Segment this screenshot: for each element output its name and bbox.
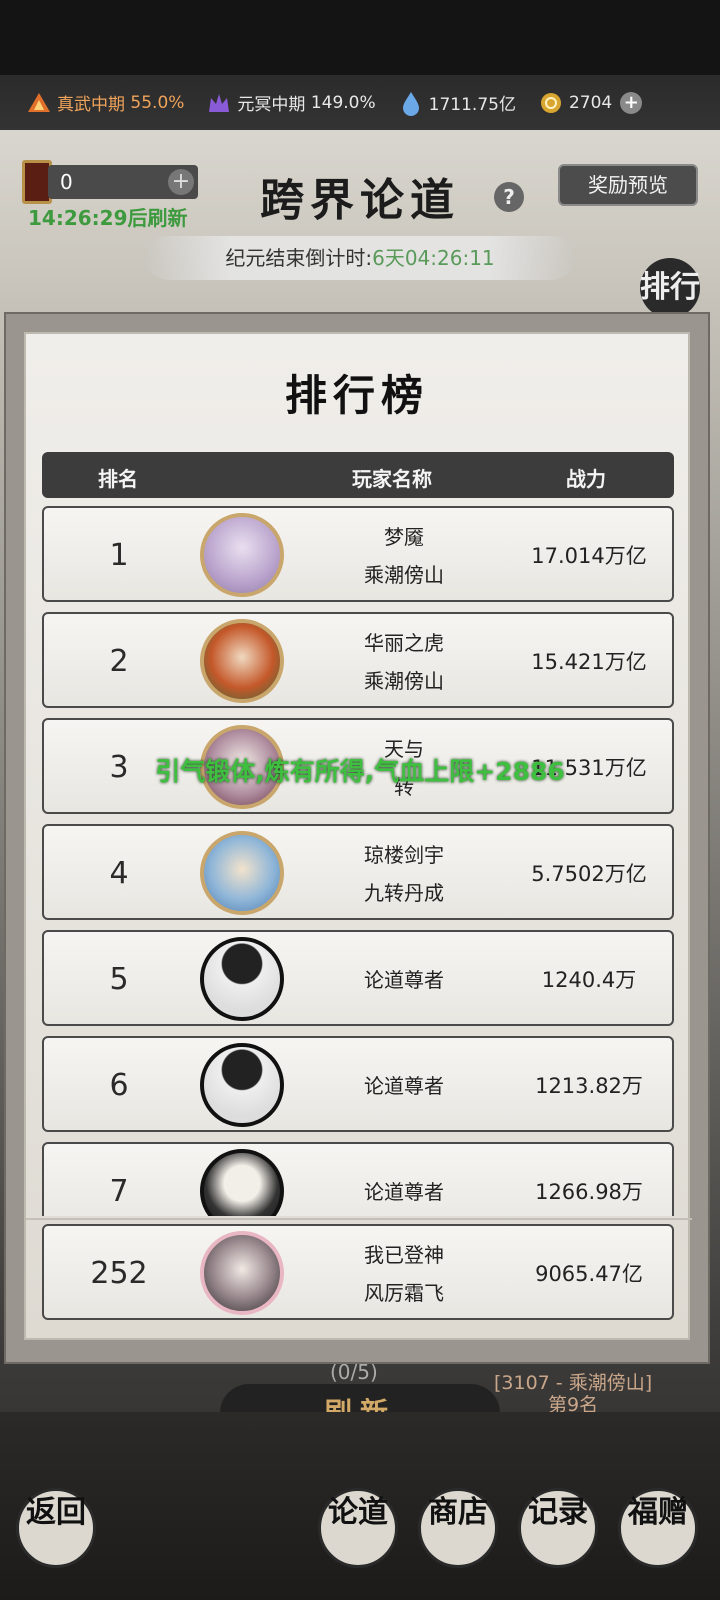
help-button[interactable]: ? — [494, 182, 524, 212]
row-names: 琼楼剑宇 九转丹成 — [294, 826, 514, 922]
avatar[interactable] — [200, 937, 284, 1021]
row-power: 1240.4万 — [541, 968, 637, 992]
shop-button[interactable]: 商店 — [418, 1488, 498, 1568]
row-power: 5.7502万亿 — [531, 862, 647, 886]
realm-2-label: 元冥中期 — [237, 95, 306, 115]
row-names: 华丽之虎 乘潮傍山 — [294, 614, 514, 710]
add-gold-button[interactable]: + — [620, 91, 643, 114]
row-names: 论道尊者 — [294, 932, 514, 1028]
player-name: 琼楼剑宇 — [364, 843, 444, 867]
row-power: 1213.82万 — [535, 1074, 643, 1098]
era-countdown: 纪元结束倒计时:6天04:26:11 — [146, 236, 574, 280]
self-separator — [26, 1218, 692, 1220]
header-player: 玩家名称 — [352, 467, 432, 491]
gold-coin-icon — [540, 92, 561, 113]
realm-1-value: 55.0% — [130, 92, 185, 113]
reward-preview-button[interactable]: 奖励预览 — [558, 164, 698, 206]
avatar[interactable] — [200, 1149, 284, 1216]
leaderboard-row[interactable]: 2 华丽之虎 乘潮傍山 15.421万亿 — [42, 612, 674, 708]
record-button[interactable]: 记录 — [518, 1488, 598, 1568]
gift-button[interactable]: 福赠 — [618, 1488, 698, 1568]
gold-currency: 2704 + — [538, 90, 643, 116]
player-name: 华丽之虎 — [364, 631, 444, 655]
countdown-label: 纪元结束倒计时: — [225, 246, 373, 270]
spirit-drop-icon — [402, 91, 419, 116]
row-power: 15.421万亿 — [531, 650, 647, 674]
self-names: 我已登神 风厉霜飞 — [294, 1226, 514, 1322]
leaderboard-row[interactable]: 1 梦魇 乘潮傍山 17.014万亿 — [42, 506, 674, 602]
row-rank: 2 — [109, 644, 129, 679]
self-avatar[interactable] — [200, 1231, 284, 1315]
player-server: 乘潮傍山 — [364, 669, 444, 693]
top-status-area — [0, 0, 720, 75]
ranking-side-button[interactable]: 排行 — [640, 258, 700, 318]
header-power: 战力 — [566, 467, 606, 491]
avatar[interactable] — [200, 831, 284, 915]
resource-bar: 真武中期 55.0% 元冥中期 149.0% 1711.75亿 2704 + — [0, 75, 720, 130]
player-server: 九转丹成 — [364, 881, 444, 905]
spirit-value: 1711.75亿 — [428, 95, 516, 115]
player-name: 论道尊者 — [364, 1074, 444, 1098]
row-rank: 1 — [109, 538, 129, 573]
self-server: 风厉霜飞 — [364, 1281, 444, 1305]
row-names: 论道尊者 — [294, 1038, 514, 1134]
leaderboard-row[interactable]: 6 论道尊者 1213.82万 — [42, 1036, 674, 1132]
self-rank: 252 — [90, 1256, 148, 1291]
bottom-nav: 返回 论道 商店 记录 福赠 — [0, 1412, 720, 1600]
row-names: 梦魇 乘潮傍山 — [294, 508, 514, 604]
row-rank: 7 — [109, 1174, 129, 1209]
self-name: 我已登神 — [364, 1243, 444, 1267]
countdown-value: 6天04:26:11 — [372, 246, 495, 270]
purple-crown-icon — [209, 93, 230, 112]
leaderboard-list[interactable]: 1 梦魇 乘潮傍山 17.014万亿 2 华丽之虎 乘潮傍山 15.421万亿 … — [26, 506, 692, 1216]
row-names: 论道尊者 — [294, 1144, 514, 1216]
realm-2-value: 149.0% — [310, 92, 376, 113]
gold-value: 2704 — [568, 92, 613, 113]
player-name: 论道尊者 — [364, 968, 444, 992]
leaderboard-panel: 排行榜 排名 玩家名称 战力 1 梦魇 乘潮傍山 17.014万亿 2 华丽之虎 — [24, 332, 692, 1340]
leaderboard-title: 排行榜 — [284, 371, 429, 420]
row-rank: 4 — [109, 856, 129, 891]
debate-button[interactable]: 论道 — [318, 1488, 398, 1568]
player-server: 乘潮傍山 — [364, 563, 444, 587]
self-rank-row[interactable]: 252 我已登神 风厉霜飞 9065.47亿 — [42, 1224, 674, 1320]
toast-message: 引气锻体,炼有所得,气血上限+2886 — [155, 757, 565, 786]
avatar[interactable] — [200, 513, 284, 597]
self-power: 9065.47亿 — [535, 1262, 643, 1286]
realm-progress-2: 元冥中期 149.0% — [206, 90, 376, 116]
avatar[interactable] — [200, 619, 284, 703]
player-name: 论道尊者 — [364, 1180, 444, 1204]
leaderboard-row[interactable]: 4 琼楼剑宇 九转丹成 5.7502万亿 — [42, 824, 674, 920]
leaderboard-header: 排名 玩家名称 战力 — [42, 452, 674, 498]
row-power: 1266.98万 — [535, 1180, 643, 1204]
realm-1-label: 真武中期 — [57, 95, 125, 115]
row-power: 17.014万亿 — [531, 544, 647, 568]
leaderboard-modal: 排行榜 排名 玩家名称 战力 1 梦魇 乘潮傍山 17.014万亿 2 华丽之虎 — [4, 312, 710, 1364]
avatar[interactable] — [200, 1043, 284, 1127]
player-name: 梦魇 — [384, 525, 424, 549]
leaderboard-row[interactable]: 7 论道尊者 1266.98万 — [42, 1142, 674, 1216]
flame-realm-icon — [28, 92, 50, 112]
row-rank: 6 — [109, 1068, 129, 1103]
back-button[interactable]: 返回 — [16, 1488, 96, 1568]
spirit-currency: 1711.75亿 — [398, 90, 516, 116]
header-rank: 排名 — [98, 467, 138, 491]
realm-progress-1: 真武中期 55.0% — [26, 90, 184, 116]
row-rank: 5 — [109, 962, 129, 997]
leaderboard-row[interactable]: 5 论道尊者 1240.4万 — [42, 930, 674, 1026]
